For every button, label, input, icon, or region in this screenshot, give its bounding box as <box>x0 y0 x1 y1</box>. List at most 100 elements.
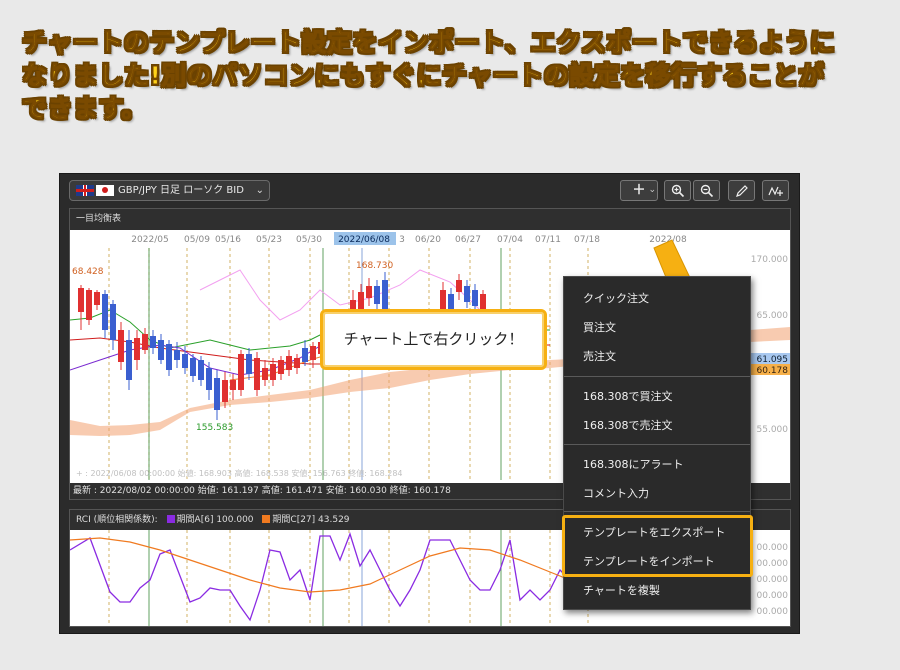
marker-low-label: 155.583 <box>196 423 233 433</box>
indicator-button[interactable] <box>762 180 789 201</box>
candle-body <box>238 354 244 390</box>
candle-body <box>198 360 204 380</box>
candle-body <box>464 286 470 302</box>
candle-body <box>310 346 316 360</box>
period-high-label: 68.428 <box>72 267 104 277</box>
close-price-label: 60.178 <box>757 366 789 376</box>
right-click-callout: チャート上で右クリック！ <box>320 309 547 370</box>
menu-item-quick-order[interactable]: クイック注文 <box>564 285 750 313</box>
candle-body <box>206 368 212 390</box>
candle-body <box>230 380 236 390</box>
candle-body <box>374 286 380 304</box>
panel-title: 一目均衡表 <box>70 209 790 230</box>
symbol-label: GBP/JPY 日足 ローソク BID <box>118 185 244 196</box>
candle-body <box>294 358 300 368</box>
candle-body <box>150 336 156 348</box>
date-tick-label: 2022/05 <box>131 235 168 245</box>
indicator-add-icon <box>767 186 783 196</box>
headline: チャートのテンプレート設定をインポート、エクスポートできるように なりました!別… <box>22 26 882 125</box>
draw-button[interactable] <box>728 180 755 201</box>
marker-high-label: 168.730 <box>356 261 393 271</box>
jp-flag-icon <box>96 185 114 196</box>
candle-body <box>456 280 462 292</box>
rci-axis-label: 00.000 <box>757 607 789 617</box>
menu-separator <box>564 376 750 377</box>
candle-body <box>246 354 252 374</box>
headline-line-3: できます。 <box>22 94 148 124</box>
date-tick-label: 07/11 <box>535 235 561 245</box>
candle-body <box>142 334 148 350</box>
candle-body <box>214 378 220 410</box>
candle-body <box>254 358 260 390</box>
candle-body <box>110 304 116 340</box>
price-axis-label: 170.000 <box>751 255 788 265</box>
price-axis-label: 65.000 <box>757 311 789 321</box>
candle-body <box>366 286 372 298</box>
date-tick-label: 3 <box>399 235 405 245</box>
candle-body <box>278 360 284 374</box>
zoom-out-button[interactable] <box>693 180 720 201</box>
chart-toolbar: GBP/JPY 日足 ローソク BID ⌄ ＋ ⌄ <box>60 174 801 206</box>
uk-flag-icon <box>76 185 94 196</box>
zoom-in-icon <box>671 184 684 198</box>
rci-axis-label: 00.000 <box>757 591 789 601</box>
date-tick-label: 05/16 <box>215 235 241 245</box>
candle-body <box>118 330 124 362</box>
rci-title: RCI (順位相関係数): <box>76 515 158 525</box>
candle-body <box>94 292 100 305</box>
candle-body <box>102 294 108 330</box>
menu-separator <box>564 511 750 512</box>
series-a-swatch <box>166 515 175 523</box>
candle-body <box>134 338 140 360</box>
candle-body <box>158 340 164 360</box>
menu-item-alert[interactable]: 168.308にアラート <box>564 451 750 479</box>
candle-body <box>480 294 486 310</box>
zoom-in-button[interactable] <box>664 180 691 201</box>
date-tick-label: 05/23 <box>256 235 282 245</box>
rci-axis-label: 00.000 <box>757 575 789 585</box>
candle-body <box>190 358 196 376</box>
menu-separator <box>564 444 750 445</box>
menu-item-sell-order[interactable]: 売注文 <box>564 343 750 371</box>
menu-item-buy-at-price[interactable]: 168.308で買注文 <box>564 383 750 411</box>
rci-series-c: 期間C[27] 43.529 <box>272 515 350 525</box>
pencil-icon <box>735 185 748 197</box>
candle-body <box>126 340 132 380</box>
context-menu: クイック注文 買注文 売注文 168.308で買注文 168.308で売注文 1… <box>563 276 751 610</box>
symbol-select[interactable]: GBP/JPY 日足 ローソク BID ⌄ <box>69 180 270 201</box>
plus-icon: ＋ <box>632 183 646 198</box>
chevron-down-icon: ⌄ <box>255 185 264 196</box>
menu-item-sell-at-price[interactable]: 168.308で売注文 <box>564 412 750 440</box>
candle-body <box>472 290 478 306</box>
date-tick-label: 05/09 <box>184 235 210 245</box>
menu-item-export-template[interactable]: テンプレートをエクスポート <box>564 519 750 547</box>
candle-body <box>302 348 308 362</box>
zoom-out-icon <box>700 184 713 198</box>
series-c-swatch <box>262 515 271 523</box>
candle-body <box>222 380 228 402</box>
rci-axis-label: 00.000 <box>757 543 789 553</box>
date-tick-label: 05/30 <box>296 235 322 245</box>
headline-line-1: チャートのテンプレート設定をインポート、エクスポートできるように <box>22 28 836 58</box>
chevron-down-icon: ⌄ <box>648 185 656 195</box>
date-tick-label: 07/04 <box>497 235 523 245</box>
price-axis-label: 55.000 <box>757 425 789 435</box>
date-tick-label: 06/20 <box>415 235 441 245</box>
candle-body <box>182 354 188 368</box>
menu-item-import-template[interactable]: テンプレートをインポート <box>564 548 750 576</box>
candle-body <box>78 288 84 312</box>
menu-item-buy-order[interactable]: 買注文 <box>564 314 750 342</box>
add-drawing-button[interactable]: ＋ ⌄ <box>620 180 658 201</box>
menu-item-comment[interactable]: コメント入力 <box>564 480 750 508</box>
rci-series-a: 期間A[6] 100.000 <box>176 515 254 525</box>
date-tick-label: 2022/06/08 <box>338 235 390 245</box>
candle-body <box>382 280 388 310</box>
candle-body <box>166 344 172 370</box>
crosshair-ohlc-label: + : 2022/06/08 00:00:00 始値: 168.903 高値: … <box>76 468 403 478</box>
headline-line-2: なりました!別のパソコンにもすぐにチャートの設定を移行することが <box>22 61 825 91</box>
candle-body <box>174 350 180 360</box>
rci-axis-label: 00.000 <box>757 559 789 569</box>
menu-item-duplicate-chart[interactable]: チャートを複製 <box>564 577 750 605</box>
candle-body <box>86 290 92 320</box>
date-tick-label: 07/18 <box>574 235 600 245</box>
